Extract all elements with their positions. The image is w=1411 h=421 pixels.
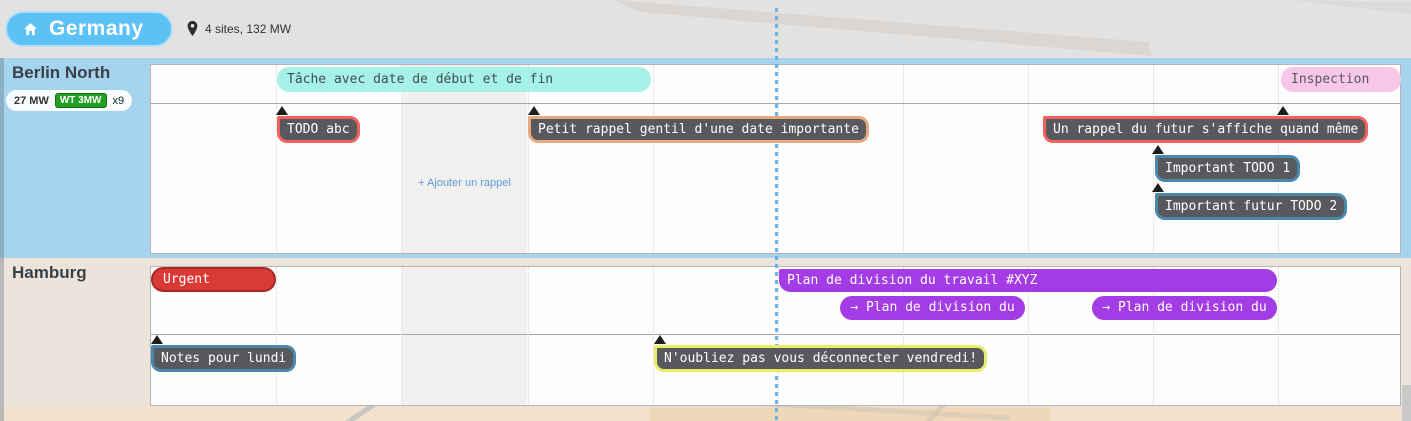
- week-gridline: [276, 65, 277, 253]
- week-gridline: [276, 267, 277, 405]
- home-icon: [22, 21, 39, 38]
- week-gridline: [528, 267, 529, 405]
- date-marker-icon: [276, 106, 288, 115]
- week-gridline: [778, 267, 779, 405]
- date-marker-icon: [1152, 145, 1164, 154]
- task-bar[interactable]: Urgent: [151, 267, 276, 292]
- site-summary: 4 sites, 132 MW: [186, 20, 291, 37]
- task-bar[interactable]: Plan de division du travail #XYZ: [779, 269, 1277, 292]
- wind-farm-timeline: Germany 4 sites, 132 MW Berlin North 27 …: [0, 0, 1411, 421]
- breadcrumb-region-button[interactable]: Germany: [5, 11, 173, 47]
- site-summary-text: 4 sites, 132 MW: [205, 22, 291, 36]
- week-gridline: [528, 65, 529, 253]
- sidebar-site-berlin-north[interactable]: Berlin North: [12, 63, 110, 83]
- location-pin-icon: [186, 20, 199, 37]
- task-bar-split[interactable]: → Plan de division du: [1092, 296, 1277, 320]
- turbine-type-badge: WT 3MW: [55, 93, 107, 108]
- turbine-count-label: x9: [113, 95, 125, 107]
- week-gridline: [903, 65, 904, 253]
- highlighted-week-column: [402, 267, 527, 405]
- reminder-bar[interactable]: Important TODO 1: [1155, 155, 1300, 182]
- task-bar[interactable]: Tâche avec date de début et de fin: [277, 67, 651, 92]
- reminder-bar[interactable]: Important futur TODO 2: [1155, 193, 1347, 220]
- week-gridline: [1153, 65, 1154, 253]
- date-marker-icon: [654, 335, 666, 344]
- week-gridline: [401, 65, 402, 253]
- reminder-bar[interactable]: TODO abc: [277, 116, 360, 143]
- task-bar[interactable]: Inspection: [1281, 67, 1401, 92]
- sidebar-site-hamburg[interactable]: Hamburg: [12, 263, 87, 283]
- region-title: Germany: [49, 17, 144, 41]
- week-gridline: [778, 65, 779, 253]
- highlighted-week-column: [402, 65, 527, 253]
- task-bar-split[interactable]: → Plan de division du: [840, 296, 1025, 320]
- reminder-bar[interactable]: Petit rappel gentil d'une date important…: [528, 116, 869, 143]
- date-marker-icon: [528, 106, 540, 115]
- week-gridline: [1278, 267, 1279, 405]
- add-reminder-link[interactable]: + Ajouter un rappel: [402, 177, 527, 189]
- left-edge-shadow: [0, 58, 4, 421]
- week-gridline: [653, 65, 654, 253]
- week-gridline: [1028, 65, 1029, 253]
- capacity-label: 27 MW: [14, 95, 49, 107]
- reminder-bar[interactable]: N'oubliez pas vous déconnecter vendredi!: [654, 345, 987, 372]
- reminder-bar[interactable]: Notes pour lundi: [151, 345, 296, 372]
- date-marker-icon: [151, 335, 163, 344]
- date-marker-icon: [1152, 183, 1164, 192]
- date-marker-icon: [1277, 106, 1289, 115]
- week-gridline: [401, 267, 402, 405]
- berlin-capacity-pill: 27 MW WT 3MW x9: [6, 90, 132, 111]
- reminder-bar[interactable]: Un rappel du futur s'affiche quand même: [1043, 116, 1368, 143]
